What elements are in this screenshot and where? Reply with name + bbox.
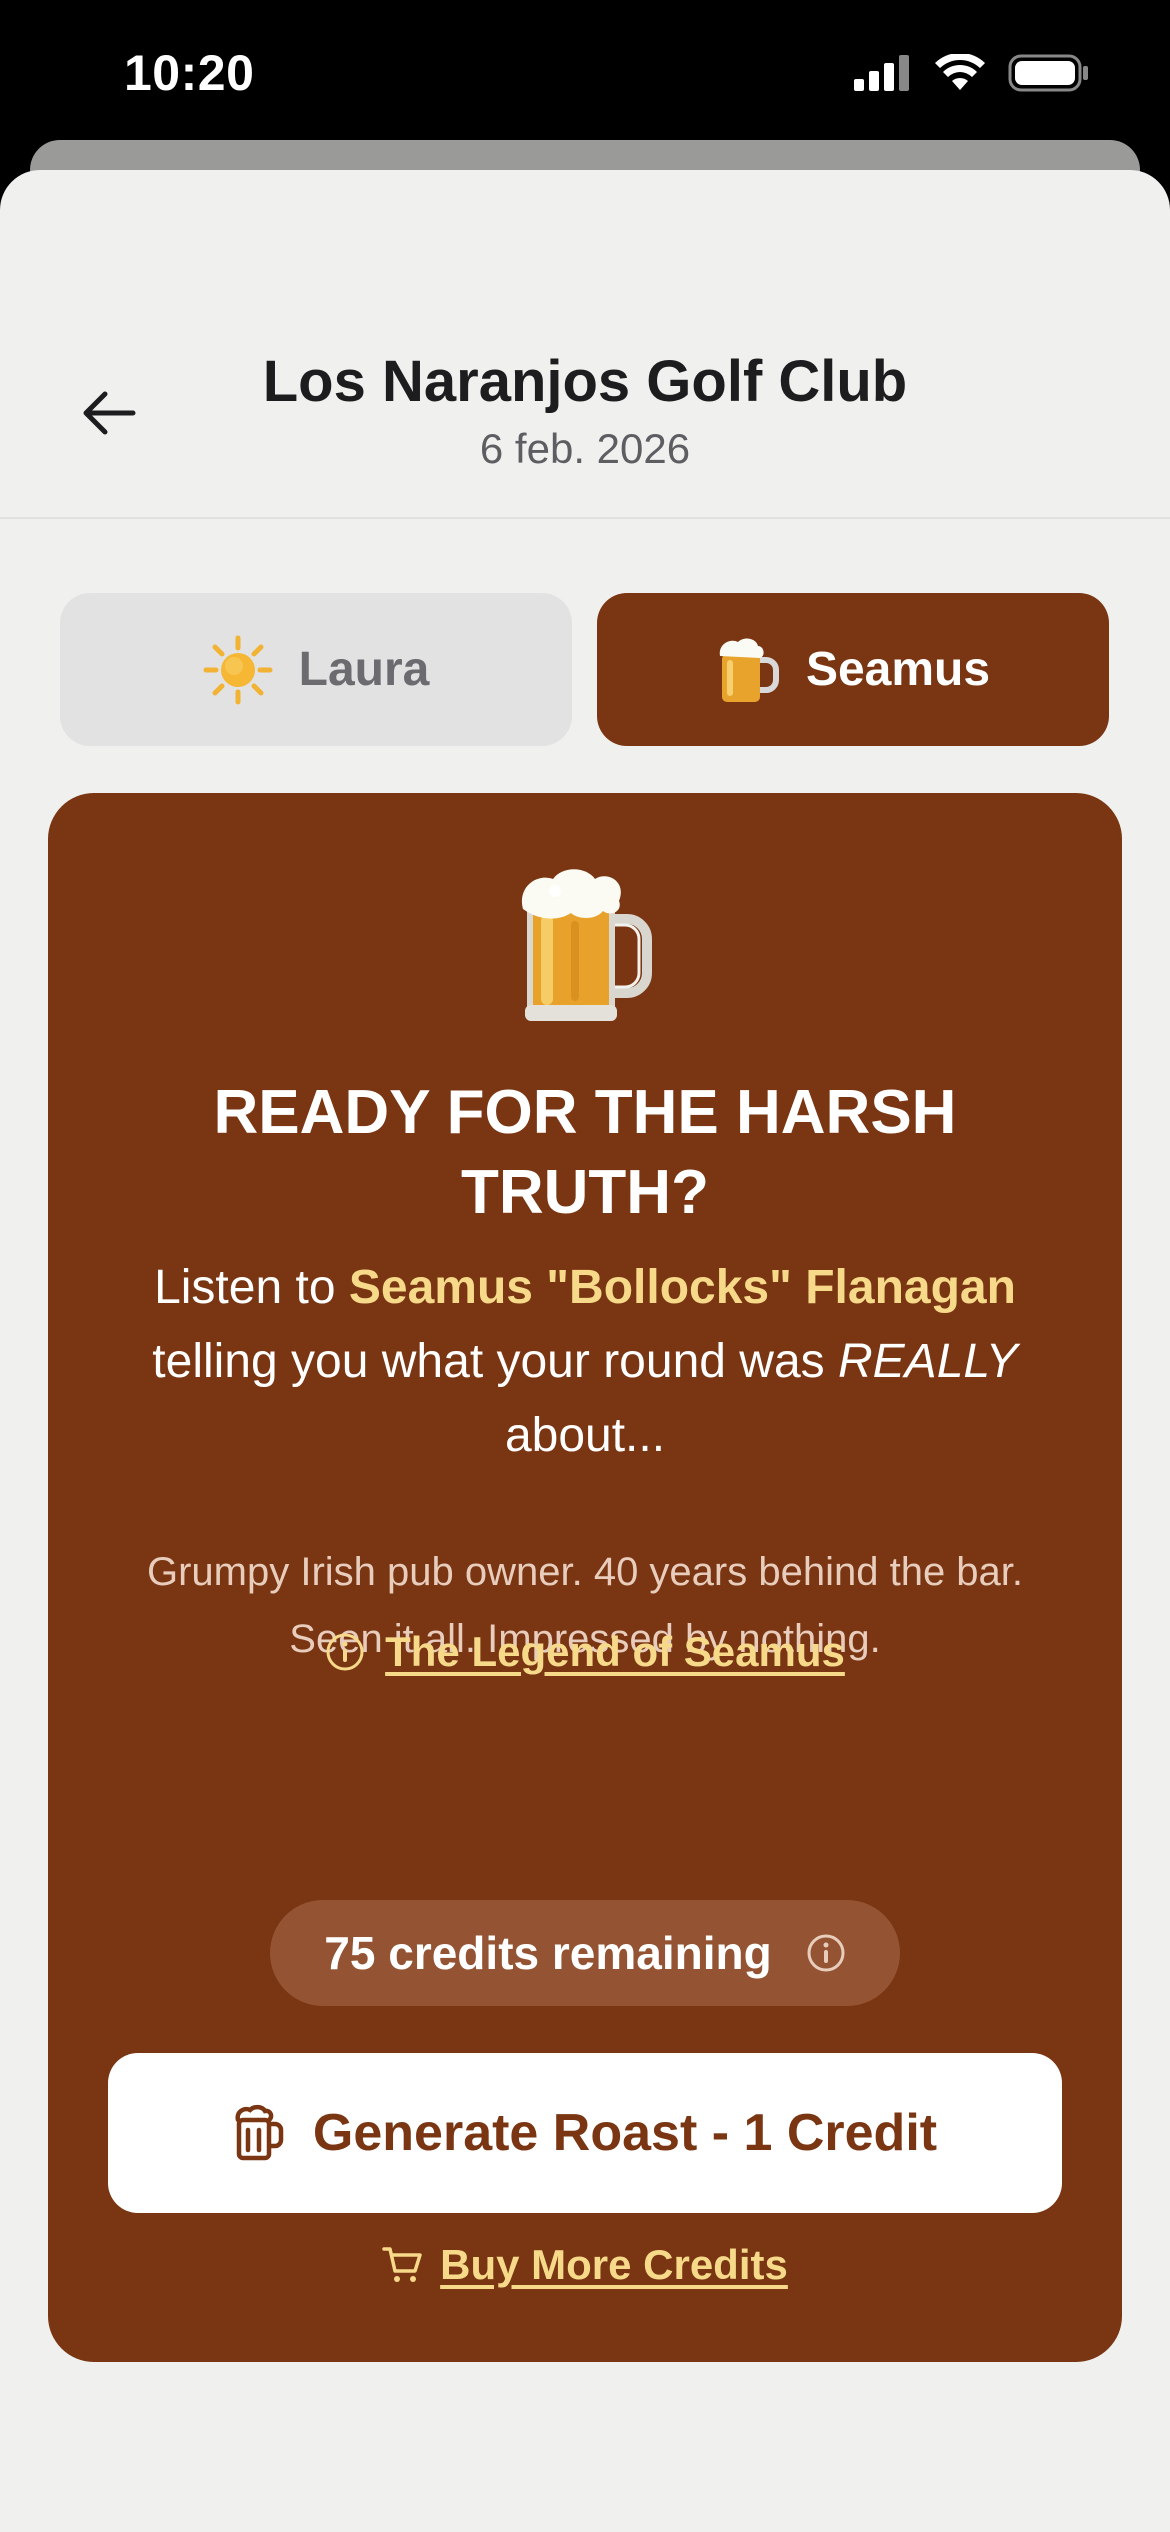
- status-icons: [854, 54, 1090, 92]
- buy-more-credits-label: Buy More Credits: [440, 2241, 788, 2288]
- generate-roast-label: Generate Roast - 1 Credit: [312, 2104, 938, 2162]
- signal-icon: [854, 55, 909, 91]
- tab-laura-label: Laura: [298, 643, 430, 696]
- header: Los Naranjos Golf Club 6 feb. 2026: [0, 170, 1170, 519]
- battery-icon: [1008, 54, 1088, 92]
- beer-icon: [719, 638, 779, 702]
- status-time: 10:20: [124, 45, 255, 101]
- tab-seamus-label: Seamus: [805, 643, 991, 696]
- desc-emphasis: REALLY: [838, 1335, 1018, 1388]
- info-icon: [326, 1633, 364, 1671]
- legend-link-label: The Legend of Seamus: [385, 1628, 845, 1675]
- buy-more-credits-link[interactable]: Buy More Credits: [48, 2241, 1122, 2289]
- desc-middle: telling you what your round was: [152, 1335, 838, 1388]
- tab-laura[interactable]: Laura: [60, 593, 572, 746]
- round-date: 6 feb. 2026: [479, 425, 691, 472]
- legend-of-seamus-link[interactable]: The Legend of Seamus: [48, 1628, 1122, 1676]
- card-description: Listen to Seamus "Bollocks" Flanagan tel…: [118, 1251, 1052, 1473]
- seamus-full-name: Seamus "Bollocks" Flanagan: [348, 1261, 1016, 1314]
- wifi-icon: [935, 54, 985, 90]
- status-bar: 10:20: [0, 0, 1170, 150]
- beer-mug-hero: [48, 865, 1122, 1025]
- desc-prefix: Listen to: [154, 1261, 349, 1314]
- beer-mug-icon: [521, 869, 652, 1021]
- credits-text: 75 credits remaining: [324, 1927, 772, 1979]
- sun-icon: [203, 635, 273, 704]
- info-icon: [807, 1934, 845, 1972]
- tab-seamus[interactable]: Seamus: [597, 593, 1109, 746]
- generate-roast-button[interactable]: Generate Roast - 1 Credit: [108, 2053, 1062, 2213]
- beer-outline-icon: [235, 2104, 284, 2161]
- roast-card: READY FOR THE HARSH TRUTH? Listen to Sea…: [48, 793, 1122, 2362]
- desc-suffix: about...: [504, 1409, 666, 1462]
- modal-sheet: Los Naranjos Golf Club 6 feb. 2026 Laura…: [0, 170, 1170, 2532]
- card-heading: READY FOR THE HARSH TRUTH?: [213, 1078, 957, 1227]
- bio-line-1: Grumpy Irish pub owner. 40 years behind …: [146, 1550, 1024, 1594]
- cart-icon: [382, 2247, 422, 2282]
- page-title: Los Naranjos Golf Club: [262, 349, 908, 414]
- credits-remaining-badge[interactable]: 75 credits remaining: [270, 1900, 900, 2006]
